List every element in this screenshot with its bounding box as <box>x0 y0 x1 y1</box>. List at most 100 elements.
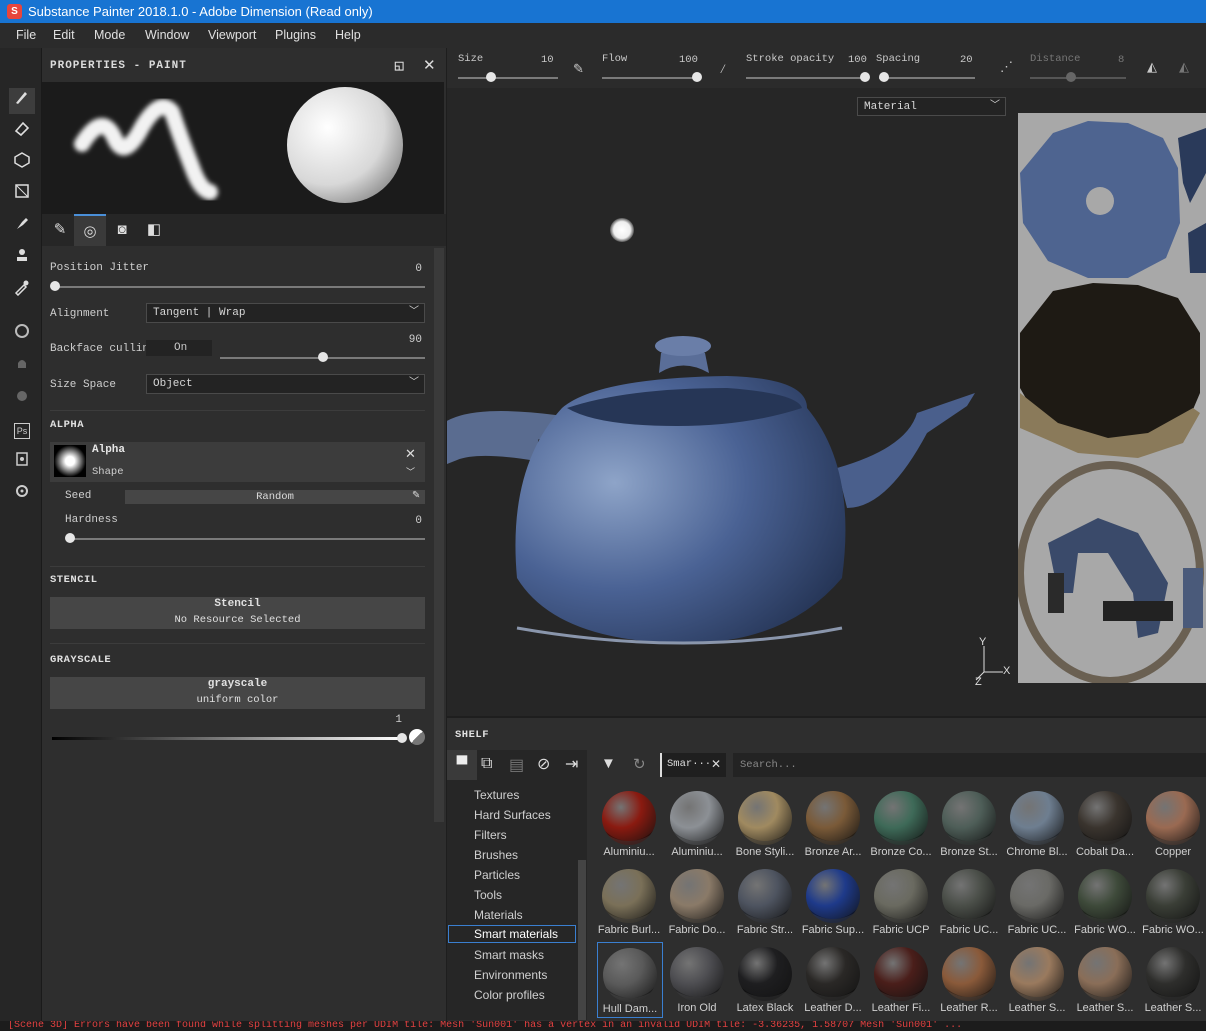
mirror-icon[interactable]: ◭ <box>1179 60 1189 75</box>
category-item[interactable]: Particles <box>474 868 520 882</box>
seed-random-button[interactable]: Random <box>125 490 425 504</box>
menu-plugins[interactable]: Plugins <box>275 28 316 42</box>
shelf-item[interactable]: Leather D... <box>801 942 867 1018</box>
smudge-icon[interactable] <box>9 214 35 240</box>
photoshop-icon[interactable]: Ps <box>9 418 35 444</box>
tab-gradient-icon[interactable]: ◧ <box>138 214 170 246</box>
categories-scrollbar[interactable] <box>578 860 586 1020</box>
category-item[interactable]: Filters <box>474 828 507 842</box>
category-item[interactable]: Tools <box>474 888 502 902</box>
shelf-search-input[interactable]: Search... <box>733 753 1206 777</box>
flow-knob[interactable] <box>692 72 702 82</box>
flow-value[interactable]: 100 <box>679 54 698 66</box>
flow-slider[interactable] <box>602 77 699 79</box>
stroke-opacity-knob[interactable] <box>860 72 870 82</box>
spacing-value[interactable]: 20 <box>960 54 973 66</box>
hide-eye-icon[interactable]: ⊘ <box>537 754 550 774</box>
shelf-item[interactable]: Copper <box>1141 786 1206 862</box>
shelf-item[interactable]: Fabric Do... <box>665 864 731 940</box>
shelf-item[interactable]: Fabric UC... <box>1005 864 1071 940</box>
spacing-knob[interactable] <box>879 72 889 82</box>
size-space-dropdown[interactable]: Object ﹀ <box>146 374 425 394</box>
opacity-pressure-icon[interactable]: ⁄ <box>719 62 727 77</box>
stencil-resource-card[interactable]: Stencil No Resource Selected <box>50 597 425 629</box>
tab-brush-icon[interactable]: ✎ <box>44 214 76 246</box>
grayscale-resource-card[interactable]: grayscale uniform color <box>50 677 425 709</box>
size-knob[interactable] <box>486 72 496 82</box>
shelf-item[interactable]: Fabric WO... <box>1073 864 1139 940</box>
polygon-fill-icon[interactable] <box>9 182 35 208</box>
viewport-mode-dropdown[interactable]: Material ﹀ <box>857 97 1006 116</box>
color-picker-icon[interactable] <box>9 278 35 304</box>
size-slider[interactable] <box>458 77 558 79</box>
shelf-item[interactable]: Aluminiu... <box>597 786 663 862</box>
shelf-item[interactable]: Iron Old <box>665 942 731 1018</box>
shelf-item[interactable]: Fabric UCP <box>869 864 935 940</box>
export-document-icon[interactable] <box>9 450 35 476</box>
hardness-value[interactable]: 0 <box>380 515 422 527</box>
paint-brush-icon[interactable] <box>9 88 35 114</box>
category-item[interactable]: Brushes <box>474 848 518 862</box>
shelf-item[interactable]: Fabric Burl... <box>597 864 663 940</box>
substance-share-icon[interactable] <box>9 322 35 348</box>
size-value[interactable]: 10 <box>541 54 554 66</box>
folder-icon[interactable]: ▀ <box>447 750 477 780</box>
shelf-item[interactable]: Leather S... <box>1141 942 1206 1018</box>
substance-source-icon[interactable] <box>9 386 35 412</box>
shelf-item[interactable]: Fabric Sup... <box>801 864 867 940</box>
shelf-item[interactable]: Fabric UC... <box>937 864 1003 940</box>
symmetry-icon[interactable]: ◭ <box>1147 60 1157 75</box>
shelf-item[interactable]: Latex Black <box>733 942 799 1018</box>
float-panel-icon[interactable]: ◱ <box>394 59 405 73</box>
position-jitter-value[interactable]: 0 <box>380 263 422 275</box>
import-icon[interactable]: ⇥ <box>565 754 578 774</box>
shelf-item[interactable]: Bronze Co... <box>869 786 935 862</box>
stroke-opacity-slider[interactable] <box>746 77 866 79</box>
grayscale-value[interactable]: 1 <box>360 714 402 726</box>
remove-filter-close-icon[interactable]: ✕ <box>711 757 721 771</box>
chevron-down-icon[interactable]: ﹀ <box>406 465 415 478</box>
menu-edit[interactable]: Edit <box>53 28 75 42</box>
menu-file[interactable]: File <box>16 28 36 42</box>
stroke-opacity-value[interactable]: 100 <box>848 54 867 66</box>
category-item[interactable]: Environments <box>474 968 547 982</box>
filter-tag[interactable]: Smar··· ✕ <box>660 753 726 777</box>
menu-window[interactable]: Window <box>145 28 189 42</box>
clone-stamp-icon[interactable] <box>9 246 35 272</box>
filter-funnel-icon[interactable]: ▼ <box>601 755 616 772</box>
new-window-icon[interactable]: ⧉ <box>481 755 492 773</box>
edit-pencil-icon[interactable]: ✎ <box>412 490 420 501</box>
properties-scrollbar[interactable] <box>434 248 444 822</box>
eraser-icon[interactable] <box>9 119 35 145</box>
shelf-item[interactable]: Aluminiu... <box>665 786 731 862</box>
settings-gear-icon[interactable] <box>9 482 35 508</box>
lazy-mouse-icon[interactable]: ⋰ <box>1000 60 1013 75</box>
bell-icon[interactable] <box>9 354 35 380</box>
projection-icon[interactable] <box>9 151 35 177</box>
category-item[interactable]: Smart masks <box>474 948 544 962</box>
shelf-item[interactable]: Leather S... <box>1005 942 1071 1018</box>
shelf-item[interactable]: Leather S... <box>1073 942 1139 1018</box>
shelf-item[interactable]: Fabric Str... <box>733 864 799 940</box>
spacing-slider[interactable] <box>879 77 975 79</box>
category-item[interactable]: Materials <box>474 908 523 922</box>
shelf-item[interactable]: Bronze Ar... <box>801 786 867 862</box>
grayscale-slider[interactable] <box>52 737 402 740</box>
save-icon[interactable]: ▤ <box>509 755 524 775</box>
menu-mode[interactable]: Mode <box>94 28 125 42</box>
shelf-item[interactable]: Leather R... <box>937 942 1003 1018</box>
shelf-item[interactable]: Fabric WO... <box>1141 864 1206 940</box>
close-icon[interactable]: ✕ <box>423 56 437 75</box>
uv-texture-pane[interactable] <box>1016 113 1206 685</box>
category-item[interactable]: Textures <box>474 788 519 802</box>
shelf-item[interactable]: Chrome Bl... <box>1005 786 1071 862</box>
remove-alpha-close-icon[interactable]: ✕ <box>405 446 416 462</box>
shelf-item[interactable]: Bronze St... <box>937 786 1003 862</box>
hardness-slider[interactable] <box>70 538 425 540</box>
alignment-dropdown[interactable]: Tangent | Wrap ﹀ <box>146 303 425 323</box>
category-item[interactable]: Color profiles <box>474 988 545 1002</box>
backface-culling-value[interactable]: 90 <box>380 334 422 346</box>
menu-help[interactable]: Help <box>335 28 361 42</box>
backface-culling-knob[interactable] <box>318 352 328 362</box>
color-mode-icon[interactable] <box>409 729 425 745</box>
